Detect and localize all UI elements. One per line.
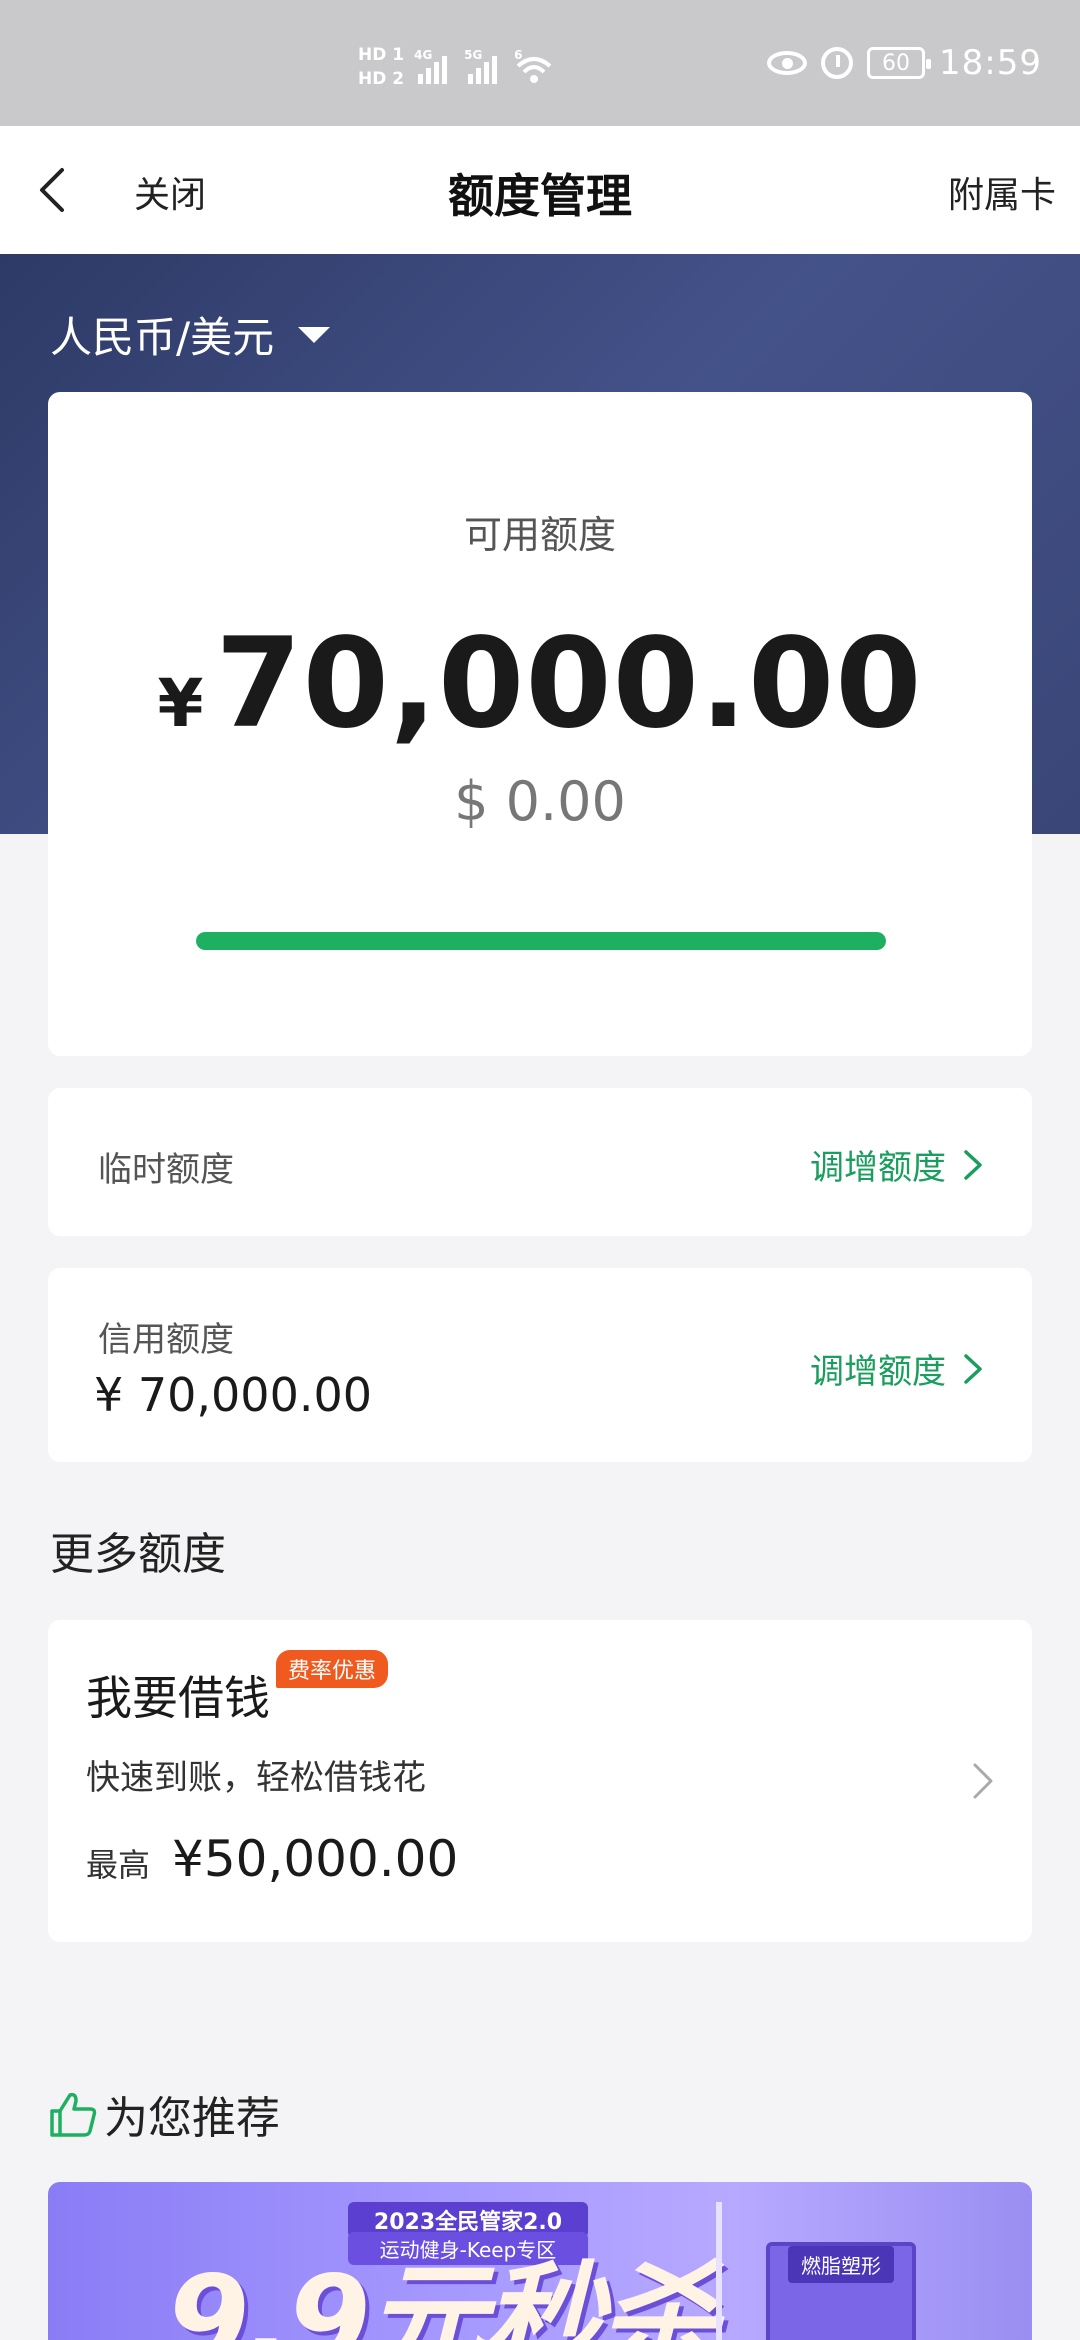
battery-level: 60 — [882, 50, 911, 76]
available-amount-value: 70,000.00 — [215, 612, 923, 756]
temporary-limit-card: 临时额度 调增额度 — [48, 1088, 1032, 1236]
loan-max-value: ¥50,000.00 — [172, 1830, 459, 1888]
credit-limit-value: ¥ 70,000.00 — [94, 1368, 372, 1422]
temporary-limit-label: 临时额度 — [98, 1150, 234, 1190]
available-limit-card: 可用额度 ¥ 70,000.00 $ 0.00 — [48, 392, 1032, 1056]
thumbs-up-icon — [50, 2092, 97, 2137]
hd-indicator: HD 1 HD 2 — [358, 44, 404, 90]
increase-temp-limit-button[interactable]: 调增额度 — [810, 1140, 984, 1189]
loan-subtitle: 快速到账，轻松借钱花 — [86, 1758, 426, 1798]
eye-comfort-icon — [767, 51, 808, 75]
status-bar: HD 1 HD 2 4G 5G 6 60 18:59 — [0, 0, 1080, 126]
rate-discount-badge: 费率优惠 — [276, 1650, 389, 1688]
credit-limit-card: 信用额度 ¥ 70,000.00 调增额度 — [48, 1268, 1032, 1462]
usage-bar — [196, 932, 886, 950]
loan-max-label: 最高 — [86, 1846, 151, 1884]
signal-icon-sim2: 5G — [464, 48, 504, 86]
clock: 18:59 — [939, 43, 1042, 83]
banner-decor — [716, 2202, 722, 2340]
available-amount: ¥ 70,000.00 — [48, 612, 1032, 756]
banner-headline: 9.9元秒杀 — [166, 2251, 719, 2340]
screen: HD 1 HD 2 4G 5G 6 60 18:59 关闭 额度管理 附属卡 人… — [0, 0, 1080, 2340]
increase-temp-limit-label: 调增额度 — [810, 1148, 946, 1188]
available-limit-label: 可用额度 — [463, 513, 616, 557]
promo-banner[interactable]: 2023全民管家2.0 运动健身-Keep专区 9.9元秒杀 燃脂塑形 — [48, 2182, 1032, 2340]
currency-selector[interactable]: 人民币/美元 — [50, 304, 331, 365]
page-title: 额度管理 — [448, 169, 632, 223]
battery-icon: 60 — [867, 47, 932, 79]
loan-card[interactable]: 我要借钱 费率优惠 快速到账，轻松借钱花 最高 ¥50,000.00 — [48, 1620, 1032, 1942]
usd-amount: $ 0.00 — [454, 770, 626, 833]
alarm-icon — [821, 47, 854, 79]
increase-credit-limit-button[interactable]: 调增额度 — [810, 1344, 984, 1393]
net2-label: 5G — [464, 48, 483, 62]
chevron-right-icon — [973, 1763, 993, 1799]
recommend-label: 为您推荐 — [104, 2093, 280, 2144]
caret-down-icon — [298, 326, 331, 343]
wifi-label: 6 — [514, 48, 523, 62]
banner-sign-text: 燃脂塑形 — [788, 2246, 894, 2283]
loan-title: 我要借钱 — [86, 1671, 270, 1725]
supplementary-card-button[interactable]: 附属卡 — [948, 166, 1056, 218]
credit-limit-label: 信用额度 — [98, 1320, 234, 1360]
signal-icon-sim1: 4G — [414, 48, 454, 86]
hd2-label: HD 2 — [358, 69, 405, 89]
loan-max: 最高 ¥50,000.00 — [86, 1830, 458, 1888]
status-right: 60 18:59 — [767, 43, 1042, 83]
recommend-title: 为您推荐 — [46, 2082, 280, 2146]
currency-symbol: ¥ — [157, 665, 204, 742]
currency-label: 人民币/美元 — [50, 313, 275, 362]
chevron-right-icon — [964, 1353, 982, 1384]
chevron-right-icon — [964, 1149, 982, 1180]
wifi-icon: 6 — [514, 48, 554, 86]
usage-bar-fill — [196, 932, 886, 950]
increase-credit-limit-label: 调增额度 — [810, 1352, 946, 1392]
net1-label: 4G — [414, 48, 433, 62]
network-indicators: HD 1 HD 2 4G 5G 6 — [358, 44, 554, 90]
more-limits-title: 更多额度 — [50, 1529, 226, 1580]
hd1-label: HD 1 — [358, 45, 405, 65]
nav-bar: 关闭 额度管理 附属卡 — [0, 126, 1080, 254]
